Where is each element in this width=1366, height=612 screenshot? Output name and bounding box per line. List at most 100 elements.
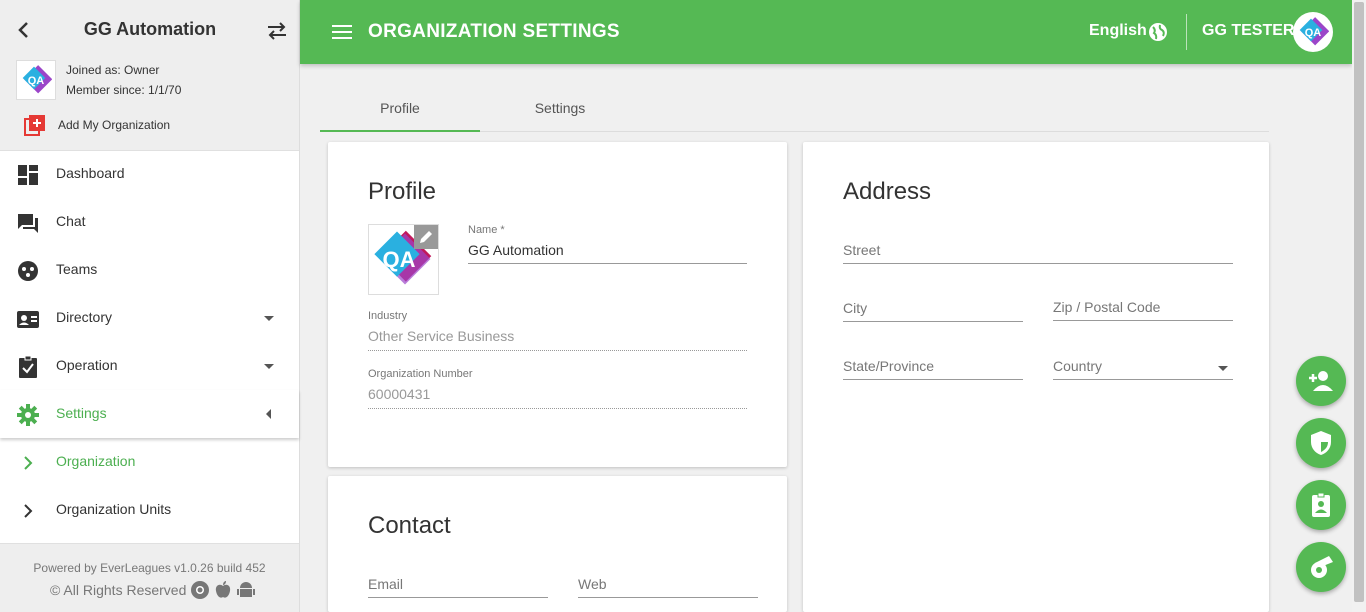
sidebar-title-row: GG Automation — [0, 0, 300, 60]
sidebar-org-panel: GG Automation QA Joined as: Owner Member… — [0, 0, 299, 151]
globe-icon[interactable] — [1148, 22, 1168, 42]
sidebar-subitem-organization-units[interactable]: Organization Units — [0, 486, 299, 534]
header-divider — [1186, 14, 1187, 50]
country-select[interactable]: Country — [1053, 358, 1233, 380]
org-title: GG Automation — [83, 19, 217, 39]
shield-icon — [1311, 431, 1331, 455]
tab-profile[interactable]: Profile — [320, 84, 480, 132]
org-number-field-label: Organization Number — [368, 368, 473, 380]
sidebar-subitem-label: Organization — [56, 453, 136, 469]
page-title: ORGANIZATION SETTINGS — [368, 21, 620, 42]
svg-text:QA: QA — [28, 75, 45, 87]
state-field[interactable]: State/Province — [843, 358, 1023, 380]
add-organization-button[interactable]: Add My Organization — [24, 114, 170, 136]
name-field-underline — [468, 263, 747, 264]
qa-logo-icon: QA — [1299, 17, 1329, 46]
gear-icon — [17, 404, 39, 426]
sidebar-item-chat[interactable]: Chat — [0, 198, 299, 246]
web-field-underline — [578, 597, 758, 598]
security-fab[interactable] — [1296, 418, 1346, 468]
member-since-text: Member since: 1/1/70 — [66, 83, 182, 97]
edit-logo-button[interactable] — [414, 225, 438, 249]
chevron-right-icon — [24, 456, 33, 470]
svg-text:QA: QA — [383, 247, 416, 272]
state-field-underline — [843, 379, 1023, 380]
sidebar-item-directory[interactable]: Directory — [0, 294, 299, 342]
org-avatar: QA — [16, 60, 56, 100]
zip-field[interactable]: Zip / Postal Code — [1053, 299, 1233, 321]
caret-down-icon — [264, 316, 274, 321]
qa-logo-icon: QA — [22, 65, 52, 94]
contact-heading: Contact — [368, 512, 451, 539]
caret-down-icon — [264, 364, 274, 369]
zip-field-underline — [1053, 320, 1233, 321]
sidebar-item-label: Settings — [56, 405, 107, 421]
city-field[interactable]: City — [843, 300, 1023, 322]
tab-bar: Profile Settings — [320, 84, 1269, 132]
sidebar-subitem-organization[interactable]: Organization — [0, 438, 299, 486]
whistle-fab[interactable] — [1296, 542, 1346, 592]
industry-field: Industry Other Service Business — [368, 310, 747, 352]
rights-text: © All Rights Reserved — [50, 582, 187, 598]
switch-org-icon[interactable] — [266, 20, 288, 42]
hamburger-menu-icon[interactable] — [332, 22, 352, 42]
street-field-underline — [843, 263, 1233, 264]
pencil-icon — [420, 231, 432, 243]
sidebar-subitem-label: Organization Units — [56, 501, 172, 517]
clipboard-check-icon — [19, 355, 37, 378]
country-placeholder: Country — [1053, 358, 1103, 374]
org-number-field: Organization Number 60000431 — [368, 368, 747, 410]
whistle-icon — [1311, 556, 1333, 578]
caret-down-icon — [1218, 366, 1228, 371]
name-field[interactable]: Name * GG Automation — [468, 224, 747, 264]
user-name[interactable]: GG TESTER — [1202, 22, 1294, 40]
scrollbar-thumb[interactable] — [1354, 2, 1364, 602]
rights-row: © All Rights Reserved — [50, 580, 256, 600]
dashboard-icon — [18, 165, 38, 185]
street-placeholder: Street — [843, 242, 881, 258]
sidebar-item-dashboard[interactable]: Dashboard — [0, 150, 299, 198]
badge-icon — [1312, 492, 1330, 517]
country-select-underline — [1053, 379, 1233, 380]
city-placeholder: City — [843, 300, 868, 316]
caret-left-icon — [266, 409, 271, 419]
street-field[interactable]: Street — [843, 242, 1233, 264]
chat-icon — [18, 214, 38, 233]
industry-field-label: Industry — [368, 310, 408, 322]
apple-icon[interactable] — [214, 580, 232, 600]
language-selector[interactable]: English — [1089, 22, 1147, 40]
add-member-fab[interactable] — [1296, 356, 1346, 406]
sidebar-item-teams[interactable]: Teams — [0, 246, 299, 294]
user-avatar[interactable]: QA — [1293, 12, 1333, 52]
name-field-value[interactable]: GG Automation — [468, 242, 747, 258]
tab-settings[interactable]: Settings — [480, 84, 640, 132]
chevron-right-icon — [24, 504, 33, 518]
org-number-field-value: 60000431 — [368, 386, 431, 402]
svg-text:QA: QA — [1305, 27, 1322, 39]
sidebar-item-label: Operation — [56, 357, 118, 373]
badge-fab[interactable] — [1296, 480, 1346, 530]
sidebar-item-operation[interactable]: Operation — [0, 342, 299, 390]
teams-icon — [18, 261, 38, 281]
city-field-underline — [843, 321, 1023, 322]
sidebar-item-label: Dashboard — [56, 165, 125, 181]
joined-as-text: Joined as: Owner — [66, 63, 160, 77]
page-scrollbar[interactable] — [1352, 0, 1366, 612]
add-box-icon — [24, 115, 45, 136]
industry-field-underline — [368, 350, 747, 351]
profile-card: Profile QA Name * GG Automation Industry… — [328, 142, 787, 467]
powered-by-text: Powered by EverLeagues v1.0.26 build 452 — [33, 561, 266, 575]
address-heading: Address — [843, 178, 932, 205]
web-placeholder: Web — [578, 576, 607, 592]
android-icon[interactable] — [236, 580, 256, 600]
web-field[interactable]: Web — [578, 576, 758, 598]
sidebar-item-label: Teams — [56, 261, 98, 277]
email-placeholder: Email — [368, 576, 404, 592]
contact-card: Contact Email Web — [328, 476, 787, 612]
org-logo[interactable]: QA — [368, 224, 439, 295]
sidebar-item-label: Directory — [56, 309, 113, 325]
email-field[interactable]: Email — [368, 576, 548, 598]
chrome-icon[interactable] — [190, 580, 210, 600]
sidebar-item-settings[interactable]: Settings — [0, 390, 299, 438]
org-number-field-underline — [368, 408, 747, 409]
